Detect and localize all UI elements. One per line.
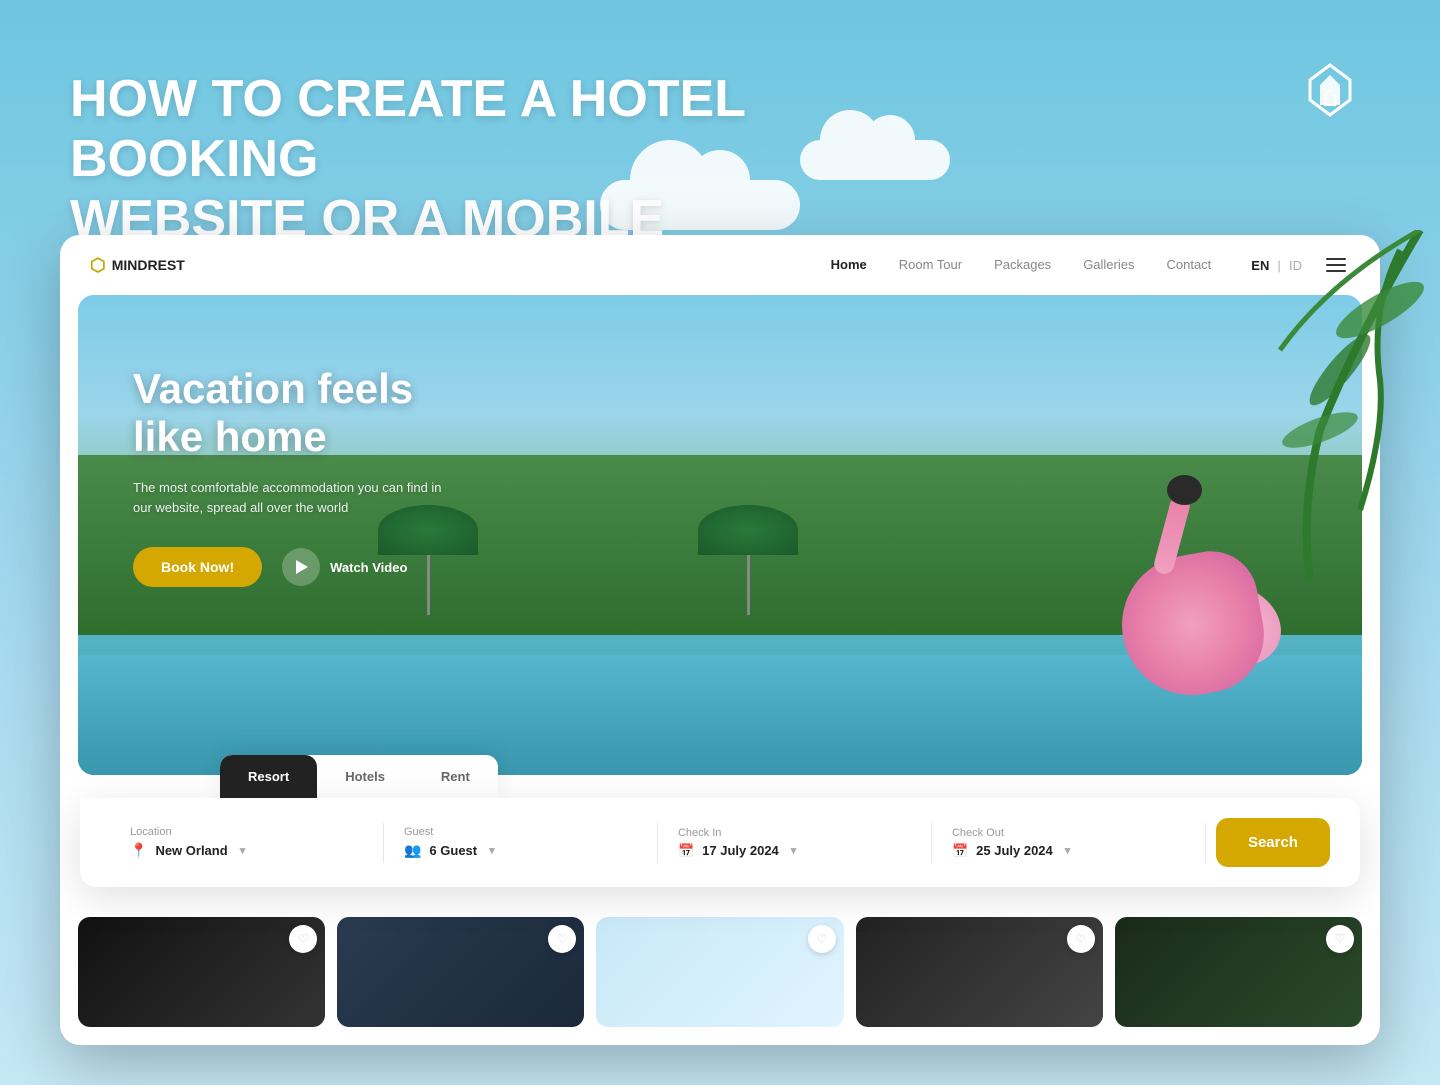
checkout-date-text: 25 July 2024	[976, 843, 1053, 858]
nav-link-contact[interactable]: Contact	[1166, 256, 1211, 274]
language-switcher[interactable]: EN | ID	[1251, 258, 1302, 273]
site-logo: ⬡ MINDREST	[90, 255, 185, 276]
guest-label: Guest	[404, 826, 638, 838]
property-cards-row: ♡ ♡ ♡ ♡ ♡	[60, 897, 1380, 1045]
property-card-2[interactable]: ♡	[337, 917, 584, 1027]
hero-buttons: Book Now! Watch Video	[133, 547, 463, 587]
background: HOW TO CREATE A HOTEL BOOKING WEBSITE OR…	[0, 0, 1440, 1085]
brand-logo-badge	[1300, 60, 1360, 120]
play-triangle-icon	[296, 560, 308, 574]
flamingo-head	[1167, 475, 1202, 505]
hamburger-menu[interactable]	[1322, 254, 1350, 276]
nav-links: Home Room Tour Packages Galleries Contac…	[831, 256, 1212, 274]
guest-text: 6 Guest	[429, 843, 477, 858]
flamingo-body	[1111, 544, 1273, 706]
tab-resort[interactable]: Resort	[220, 755, 317, 798]
property-card-3[interactable]: ♡	[596, 917, 843, 1027]
book-now-button[interactable]: Book Now!	[133, 547, 262, 587]
checkin-value[interactable]: 📅 17 July 2024 ▾	[678, 843, 912, 859]
guest-chevron-icon: ▾	[489, 844, 495, 857]
search-form: Location 📍 New Orland ▾ Guest 👥 6 Guest …	[80, 798, 1360, 887]
checkout-chevron-icon: ▾	[1065, 844, 1071, 857]
logo-icon: ⬡	[90, 255, 106, 276]
navigation-bar: ⬡ MINDREST Home Room Tour Packages Galle…	[60, 235, 1380, 295]
flamingo-decoration	[1102, 495, 1282, 715]
checkin-chevron-icon: ▾	[791, 844, 797, 857]
booking-tabs: Resort Hotels Rent	[220, 755, 498, 798]
hero-title: Vacation feels like home	[133, 365, 463, 462]
umbrella-pole-2	[747, 555, 750, 615]
people-icon: 👥	[404, 842, 421, 859]
checkin-label: Check In	[678, 827, 912, 839]
cloud-decoration-2	[800, 140, 950, 180]
favorite-button-3[interactable]: ♡	[808, 925, 836, 953]
logo-brand: MINDREST	[112, 257, 185, 273]
umbrella-top-2	[698, 505, 798, 555]
nav-link-packages[interactable]: Packages	[994, 256, 1051, 274]
play-icon-circle	[282, 548, 320, 586]
location-chevron-icon: ▾	[240, 844, 246, 857]
hero-text-block: Vacation feels like home The most comfor…	[133, 365, 463, 587]
favorite-button-1[interactable]: ♡	[289, 925, 317, 953]
booking-panel: Resort Hotels Rent Location 📍 New Orland…	[70, 755, 1370, 887]
checkin-date-text: 17 July 2024	[702, 843, 779, 858]
hamburger-line	[1326, 264, 1346, 266]
browser-window: ⬡ MINDREST Home Room Tour Packages Galle…	[60, 235, 1380, 1045]
location-value[interactable]: 📍 New Orland ▾	[130, 842, 364, 859]
hamburger-line	[1326, 270, 1346, 272]
favorite-button-2[interactable]: ♡	[548, 925, 576, 953]
location-pin-icon: 📍	[130, 842, 147, 859]
checkout-field: Check Out 📅 25 July 2024 ▾	[932, 827, 1206, 859]
hero-subtitle: The most comfortable accommodation you c…	[133, 478, 463, 520]
search-button[interactable]: Search	[1216, 818, 1330, 867]
nav-link-home[interactable]: Home	[831, 256, 867, 274]
nav-link-room-tour[interactable]: Room Tour	[899, 256, 962, 274]
guest-value[interactable]: 👥 6 Guest ▾	[404, 842, 638, 859]
hero-section: Vacation feels like home The most comfor…	[78, 295, 1362, 775]
checkout-label: Check Out	[952, 827, 1186, 839]
checkin-field: Check In 📅 17 July 2024 ▾	[658, 827, 932, 859]
property-card-4[interactable]: ♡	[856, 917, 1103, 1027]
tab-rent[interactable]: Rent	[413, 755, 498, 798]
property-card-1[interactable]: ♡	[78, 917, 325, 1027]
checkin-calendar-icon: 📅	[678, 843, 694, 859]
tab-hotels[interactable]: Hotels	[317, 755, 413, 798]
favorite-button-4[interactable]: ♡	[1067, 925, 1095, 953]
guest-field: Guest 👥 6 Guest ▾	[384, 826, 658, 859]
umbrella-2	[698, 505, 798, 615]
property-card-5[interactable]: ♡	[1115, 917, 1362, 1027]
hamburger-line	[1326, 258, 1346, 260]
favorite-button-5[interactable]: ♡	[1326, 925, 1354, 953]
location-label: Location	[130, 826, 364, 838]
watch-video-button[interactable]: Watch Video	[282, 548, 407, 586]
location-field: Location 📍 New Orland ▾	[110, 826, 384, 859]
checkout-calendar-icon: 📅	[952, 843, 968, 859]
checkout-value[interactable]: 📅 25 July 2024 ▾	[952, 843, 1186, 859]
location-text: New Orland	[155, 843, 227, 858]
nav-link-galleries[interactable]: Galleries	[1083, 256, 1134, 274]
